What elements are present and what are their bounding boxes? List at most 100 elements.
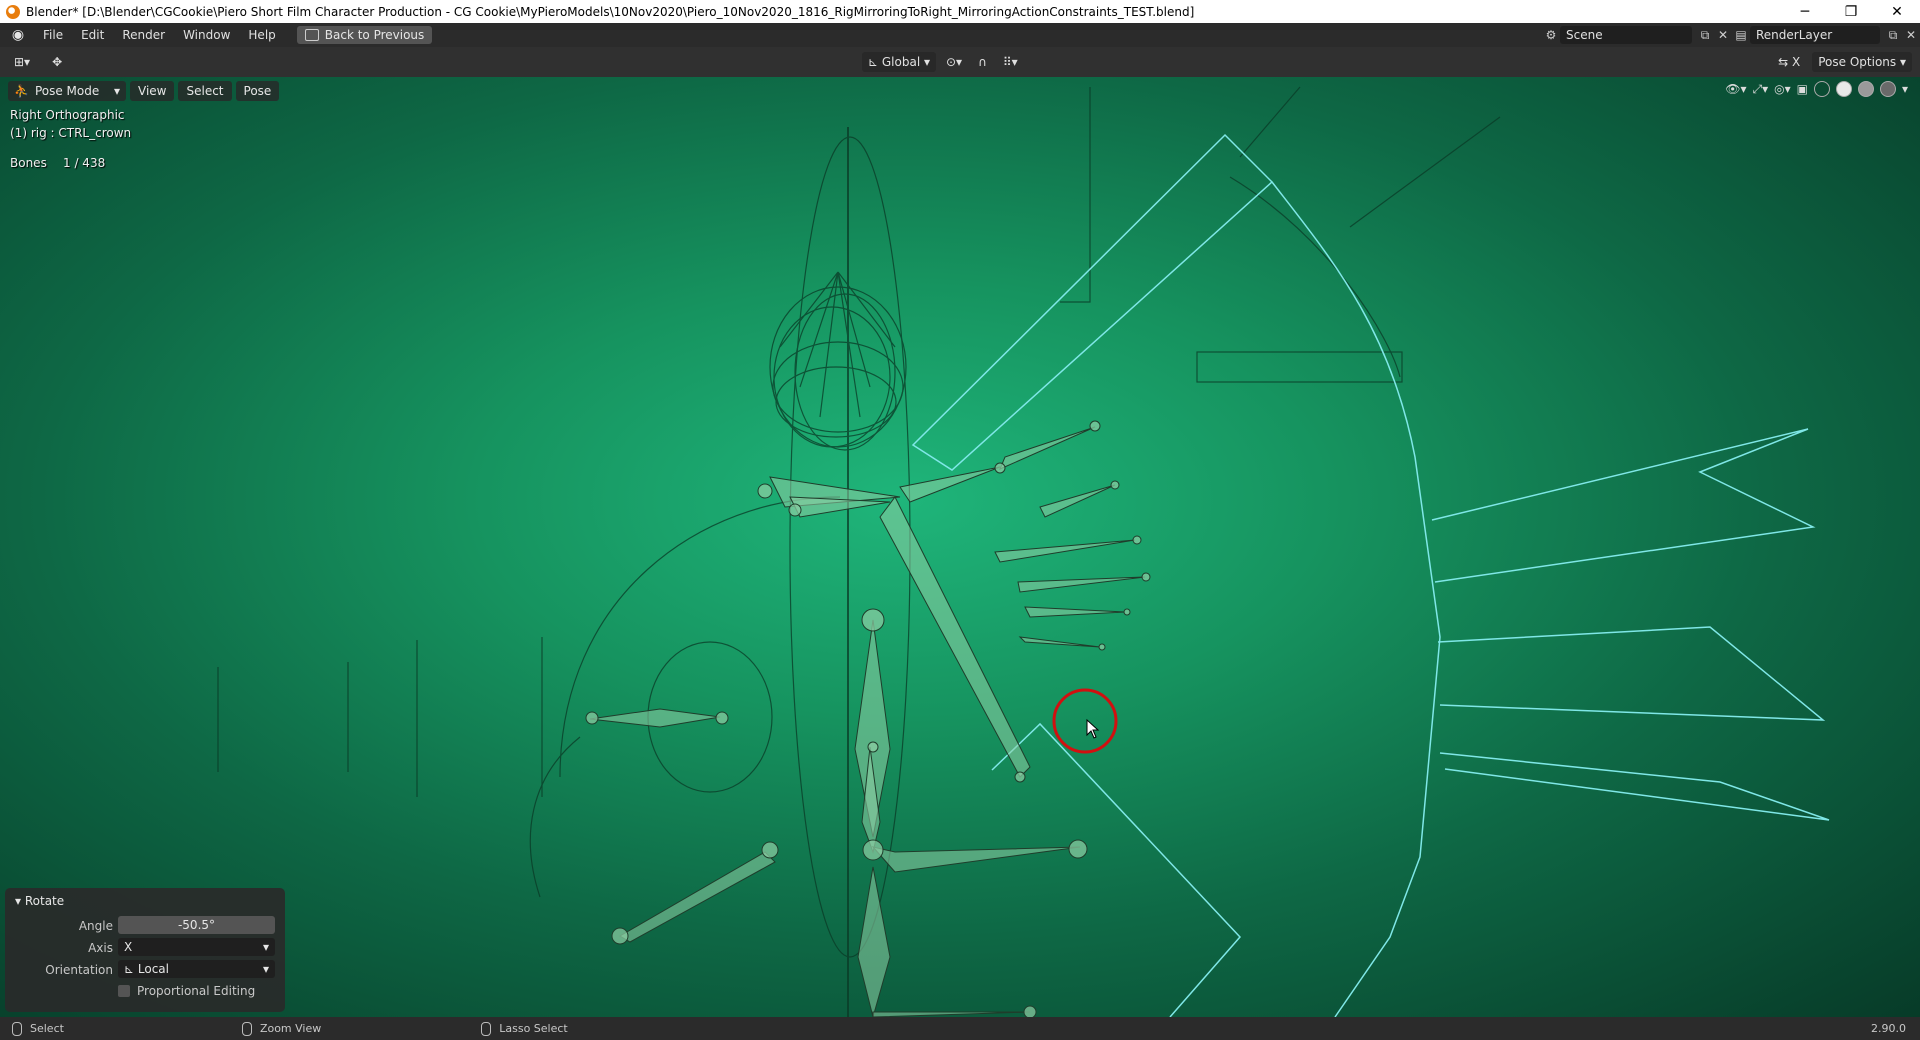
back-icon — [304, 29, 319, 41]
bones-stat-value: 1 / 438 — [63, 156, 106, 170]
pose-options-dropdown[interactable]: Pose Options ▾ — [1812, 52, 1912, 72]
axis-select[interactable]: X ▾ — [118, 938, 275, 956]
crown-control-widget — [911, 133, 1830, 1017]
bone-feather-6 — [1018, 636, 1101, 648]
joint-17 — [1023, 1005, 1037, 1017]
snap-toggle-icon[interactable]: ∩ — [972, 52, 993, 72]
viewport-menu-pose[interactable]: Pose — [235, 81, 280, 101]
joint-6 — [1098, 643, 1106, 651]
tool-header: ⊞▾ ✥ ⊾ Global ▾ ⊙▾ ∩ ⠿▾ ⇆ X Pose Options… — [0, 47, 1920, 77]
viewport-menu-view[interactable]: View — [130, 81, 175, 101]
chevron-down-icon: ▾ — [262, 940, 269, 954]
menu-edit[interactable]: Edit — [72, 28, 113, 42]
header-right-tools: ⇆ X Pose Options ▾ — [1772, 52, 1912, 72]
xray-icon[interactable]: ▣ — [1797, 82, 1808, 96]
new-view-layer-icon[interactable]: ⧉ — [1884, 26, 1902, 44]
solid-shading-icon[interactable] — [1835, 81, 1852, 97]
joint-1 — [1089, 420, 1101, 432]
transform-controls: ⊾ Global ▾ ⊙▾ ∩ ⠿▾ — [862, 52, 1024, 72]
angle-field[interactable]: -50.5° — [118, 916, 275, 934]
status-bar: Select Zoom View Lasso Select 2.90.0 — [0, 1017, 1920, 1040]
collapse-triangle-icon: ▾ — [15, 894, 25, 908]
back-to-previous-button[interactable]: Back to Previous — [296, 26, 433, 44]
menu-window[interactable]: Window — [174, 28, 239, 42]
back-to-previous-label: Back to Previous — [324, 28, 425, 42]
redo-panel-header[interactable]: ▾ Rotate — [15, 894, 64, 908]
local-orientation-icon: ⊾ — [124, 962, 138, 976]
shading-options-icon[interactable]: ▾ — [1902, 82, 1908, 96]
rendered-shading-icon[interactable] — [1879, 81, 1896, 97]
scene-selector-group: ⚙ Scene ⧉ ✕ ▤ RenderLayer ⧉ ✕ — [1542, 23, 1920, 47]
viewport-header: ⛹ Pose Mode ▾ View Select Pose — [8, 81, 280, 101]
window-title: Blender* [D:\Blender\CGCookie\Piero Shor… — [26, 4, 1195, 19]
transform-tool-icon[interactable]: ✥ — [46, 52, 68, 72]
new-scene-icon[interactable]: ⧉ — [1696, 26, 1714, 44]
menu-help[interactable]: Help — [239, 28, 284, 42]
bg-line-6 — [1349, 116, 1501, 228]
delete-view-layer-icon[interactable]: ✕ — [1902, 26, 1920, 44]
material-shading-icon[interactable] — [1857, 81, 1874, 97]
joint-13 — [862, 839, 884, 861]
view-layer-icon[interactable]: ▤ — [1732, 26, 1750, 44]
status-select-label: Select — [30, 1022, 64, 1035]
mouse-middle-icon — [241, 1021, 252, 1036]
scene-icon[interactable]: ⚙ — [1542, 26, 1560, 44]
gizmo-icon[interactable]: ⤢▾ — [1753, 82, 1769, 97]
joint-19 — [1014, 771, 1026, 783]
viewport-menu-select[interactable]: Select — [178, 81, 232, 101]
close-button[interactable]: ✕ — [1874, 4, 1920, 20]
crown-outline — [1271, 181, 1441, 1017]
transform-orientation-select[interactable]: ⊾ Global ▾ — [862, 52, 936, 72]
interaction-mode-select[interactable]: ⛹ Pose Mode ▾ — [8, 81, 126, 101]
snap-target-icon[interactable]: ⠿▾ — [997, 52, 1024, 72]
joint-3 — [1132, 535, 1142, 545]
overlay-icon[interactable]: ◎▾ — [1774, 82, 1791, 96]
crown-plate-top — [911, 133, 1274, 471]
editor-type-icon[interactable]: ⊞▾ — [8, 52, 36, 72]
axis-row: Axis X ▾ — [5, 938, 285, 958]
restore-button[interactable]: ❐ — [1828, 4, 1874, 20]
scene-field[interactable]: Scene — [1560, 26, 1692, 44]
menu-file[interactable]: File — [34, 28, 72, 42]
visibility-icon[interactable]: 👁▾ — [1725, 82, 1746, 96]
blender-logo-icon[interactable]: ◉ — [10, 27, 26, 43]
bone-thigh — [619, 851, 776, 943]
viewport-scene — [217, 86, 1830, 1017]
crown-spike-3 — [1439, 752, 1830, 821]
leg-curve — [529, 736, 581, 898]
pivot-point-icon[interactable]: ⊙▾ — [940, 52, 968, 72]
orientation-select[interactable]: ⊾ Local ▾ — [118, 960, 275, 978]
chevron-down-icon: ▾ — [262, 962, 269, 976]
viewport-shading-controls: 👁▾ ⤢▾ ◎▾ ▣ ▾ — [1725, 81, 1908, 97]
bones-stat-label: Bones — [10, 156, 47, 170]
menu-render[interactable]: Render — [113, 28, 174, 42]
mouse-right-icon — [481, 1021, 492, 1036]
redo-panel-title: Rotate — [24, 894, 65, 908]
joint-9 — [585, 711, 599, 725]
pose-mode-icon: ⛹ — [14, 84, 29, 98]
crown-spike-2 — [1437, 626, 1826, 721]
bone-arm-chain — [879, 496, 1031, 778]
status-select: Select — [12, 1021, 64, 1036]
view-name: Right Orthographic — [10, 108, 125, 122]
status-lasso: Lasso Select — [481, 1021, 568, 1036]
bone-arm-3 — [899, 466, 1001, 503]
3d-viewport[interactable]: ⛹ Pose Mode ▾ View Select Pose 👁▾ ⤢▾ ◎▾ … — [0, 77, 1920, 1017]
axis-value: X — [124, 940, 133, 954]
minimize-button[interactable]: ─ — [1782, 4, 1828, 20]
proportional-editing-checkbox[interactable] — [118, 985, 130, 997]
mouse-cursor-icon — [1086, 718, 1100, 739]
background-mesh-lines — [217, 86, 1501, 1017]
joint-12 — [867, 741, 879, 753]
wireframe-shading-icon[interactable] — [1813, 81, 1830, 97]
angle-label: Angle — [78, 919, 113, 933]
orientation-row: Orientation ⊾ Local ▾ — [5, 960, 285, 980]
orientation-value: Global — [881, 55, 921, 69]
delete-scene-icon[interactable]: ✕ — [1714, 26, 1732, 44]
armature-bones — [589, 426, 1146, 1017]
bone-feather-5 — [1024, 606, 1126, 618]
x-mirror-icon[interactable]: ⇆ X — [1772, 52, 1806, 72]
joint-15 — [761, 841, 779, 859]
view-layer-field[interactable]: RenderLayer — [1750, 26, 1880, 44]
window-titlebar: Blender* [D:\Blender\CGCookie\Piero Shor… — [0, 0, 1920, 23]
